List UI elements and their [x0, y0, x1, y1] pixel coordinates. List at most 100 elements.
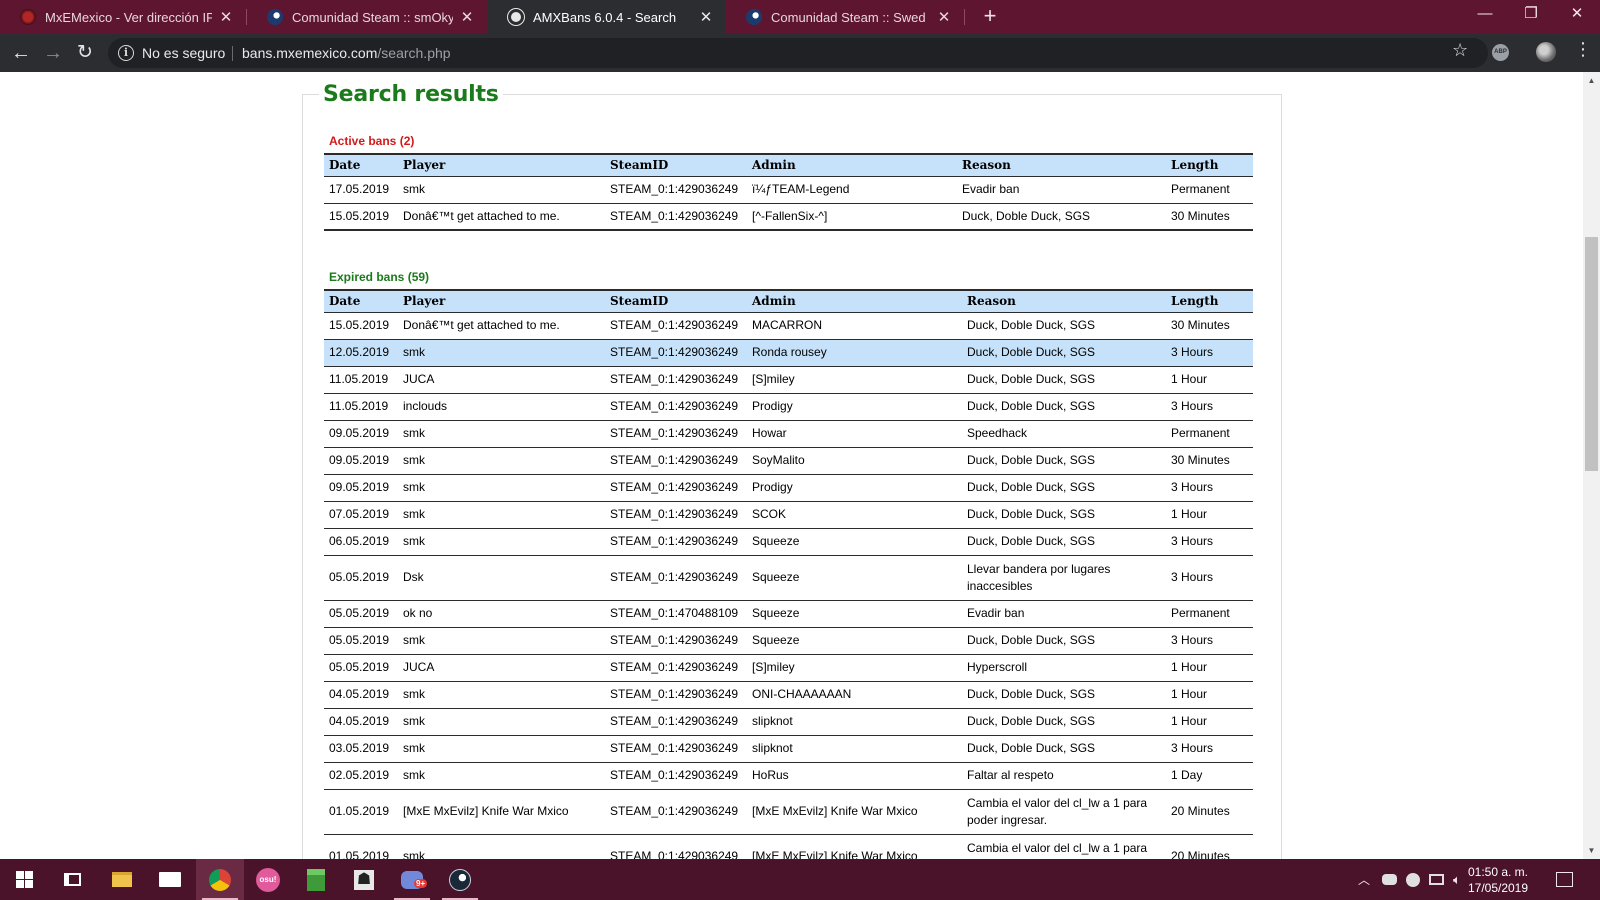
cell-date: 04.05.2019: [324, 681, 398, 709]
cell-reason: Duck, Doble Duck, SGS: [962, 708, 1166, 736]
reload-icon[interactable]: ↻: [72, 40, 98, 66]
bookmark-star-icon[interactable]: ☆: [1452, 40, 1468, 61]
cell-steamid: STEAM_0:1:429036249: [605, 834, 747, 859]
start-button[interactable]: [0, 859, 48, 900]
minecraft-taskbar-button[interactable]: [292, 859, 340, 900]
adblock-plus-icon[interactable]: ABP: [1492, 44, 1509, 61]
cell-reason: Duck, Doble Duck, SGS: [962, 366, 1166, 394]
tab-strip: MxEMexico - Ver dirección IP del ✕ Comun…: [0, 0, 1600, 34]
task-view-button[interactable]: [48, 859, 96, 900]
column-header-admin[interactable]: Admin: [747, 289, 962, 313]
cell-player: Donâ€™t get attached to me.: [398, 312, 605, 340]
cell-steamid: STEAM_0:1:429036249: [605, 501, 747, 529]
cell-player: Dsk: [398, 555, 605, 601]
info-icon[interactable]: i: [118, 45, 134, 61]
network-icon[interactable]: [1429, 874, 1445, 885]
cell-admin: ONI-CHAAAAAAN: [747, 681, 962, 709]
forward-icon[interactable]: →: [40, 40, 66, 66]
column-header-reason[interactable]: Reason: [957, 153, 1166, 177]
scroll-down-arrow-icon[interactable]: ▼: [1583, 842, 1600, 859]
cell-reason: Duck, Doble Duck, SGS: [957, 203, 1166, 231]
cell-admin: Howar: [747, 420, 962, 448]
profile-avatar[interactable]: [1536, 42, 1556, 62]
close-icon[interactable]: ✕: [698, 8, 714, 26]
restore-icon[interactable]: ❐: [1508, 0, 1554, 30]
table-row: 09.05.2019 smk STEAM_0:1:429036249 Prodigy D…: [324, 474, 1253, 502]
volume-icon[interactable]: 🔈︎: [1453, 872, 1461, 888]
table-row: 01.05.2019 smk STEAM_0:1:429036249 [MxE MxE…: [324, 834, 1253, 859]
new-tab-button[interactable]: +: [978, 5, 1002, 29]
cell-admin: [S]miley: [747, 366, 962, 394]
close-icon[interactable]: ✕: [936, 8, 952, 26]
cell-admin: [S]miley: [747, 654, 962, 682]
column-header-reason[interactable]: Reason: [962, 289, 1166, 313]
scroll-up-arrow-icon[interactable]: ▲: [1583, 72, 1600, 89]
counter-strike-taskbar-button[interactable]: ☗: [340, 859, 388, 900]
table-row: 07.05.2019 smk STEAM_0:1:429036249 SCOK Duck…: [324, 501, 1253, 529]
cell-date: 17.05.2019: [324, 176, 398, 204]
cell-steamid: STEAM_0:1:429036249: [605, 762, 747, 790]
discord-taskbar-button[interactable]: 9+: [388, 859, 436, 900]
tab-steam-swed[interactable]: Comunidad Steam :: Swed ✕: [726, 0, 964, 34]
minimize-icon[interactable]: —: [1462, 0, 1508, 30]
mail-button[interactable]: [146, 859, 194, 900]
active-bans-table: Date Player SteamID Admin Reason Length …: [324, 153, 1253, 231]
cell-player: smk: [398, 708, 605, 736]
url-text[interactable]: bans.mxemexico.com/search.php: [242, 45, 451, 61]
menu-icon[interactable]: ⋮: [1574, 40, 1592, 58]
scrollbar-thumb[interactable]: [1585, 237, 1598, 471]
cell-reason: Duck, Doble Duck, SGS: [962, 447, 1166, 475]
tab-steam-smoky[interactable]: Comunidad Steam :: smOky ✕: [247, 0, 487, 34]
cell-date: 09.05.2019: [324, 474, 398, 502]
expired-bans-label: Expired bans (59): [329, 270, 430, 284]
url-divider: [232, 46, 233, 61]
column-header-admin[interactable]: Admin: [747, 153, 957, 177]
column-header-steamid[interactable]: SteamID: [605, 153, 747, 177]
tab-amxbans-search[interactable]: AMXBans 6.0.4 - Search ✕: [488, 0, 726, 34]
column-header-date[interactable]: Date: [324, 153, 398, 177]
close-icon[interactable]: ✕: [459, 8, 475, 26]
discord-tray-icon[interactable]: [1382, 874, 1398, 885]
cell-reason: Evadir ban: [957, 176, 1166, 204]
taskbar-clock[interactable]: 01:50 a. m. 17/05/2019: [1463, 864, 1533, 896]
cell-steamid: STEAM_0:1:429036249: [605, 447, 747, 475]
cell-player: smk: [398, 501, 605, 529]
cell-player: smk: [398, 834, 605, 859]
column-header-length[interactable]: Length: [1166, 153, 1253, 177]
mail-icon: [159, 872, 181, 887]
column-header-length[interactable]: Length: [1166, 289, 1253, 313]
steam-taskbar-button[interactable]: [436, 859, 484, 900]
cell-admin: Squeeze: [747, 555, 962, 601]
close-window-icon[interactable]: ✕: [1554, 0, 1600, 30]
close-icon[interactable]: ✕: [218, 8, 234, 26]
column-header-date[interactable]: Date: [324, 289, 398, 313]
show-hidden-icons-icon[interactable]: ︿: [1358, 871, 1370, 888]
table-row: 05.05.2019 Dsk STEAM_0:1:429036249 Squeeze L…: [324, 555, 1253, 601]
action-center-button[interactable]: [1556, 859, 1573, 900]
cell-length: 20 Minutes: [1166, 789, 1253, 835]
table-row: 15.05.2019 Donâ€™t get attached to me. STE…: [324, 203, 1253, 231]
osu-taskbar-button[interactable]: osu!: [244, 859, 292, 900]
table-row: 09.05.2019 smk STEAM_0:1:429036249 SoyMalit…: [324, 447, 1253, 475]
cell-length: 1 Hour: [1166, 501, 1253, 529]
chrome-taskbar-button[interactable]: [196, 859, 244, 900]
cell-date: 15.05.2019: [324, 203, 398, 231]
column-header-steamid[interactable]: SteamID: [605, 289, 747, 313]
globe-icon: [508, 9, 524, 25]
tab-mxemexico[interactable]: MxEMexico - Ver dirección IP del ✕: [0, 0, 246, 34]
address-bar[interactable]: i No es seguro bans.mxemexico.com/search…: [108, 38, 1488, 68]
vertical-scrollbar[interactable]: ▲ ▼: [1583, 72, 1600, 859]
cell-admin: SCOK: [747, 501, 962, 529]
cell-steamid: STEAM_0:1:429036249: [605, 555, 747, 601]
cell-steamid: STEAM_0:1:429036249: [605, 339, 747, 367]
back-icon[interactable]: ←: [8, 40, 34, 66]
steam-tray-icon[interactable]: [1406, 872, 1421, 887]
column-header-player[interactable]: Player: [398, 289, 605, 313]
cell-date: 02.05.2019: [324, 762, 398, 790]
file-explorer-button[interactable]: [98, 859, 146, 900]
cell-player: smk: [398, 176, 605, 204]
security-label[interactable]: No es seguro: [142, 45, 225, 61]
cell-reason: Duck, Doble Duck, SGS: [962, 474, 1166, 502]
cell-reason: Duck, Doble Duck, SGS: [962, 735, 1166, 763]
column-header-player[interactable]: Player: [398, 153, 605, 177]
